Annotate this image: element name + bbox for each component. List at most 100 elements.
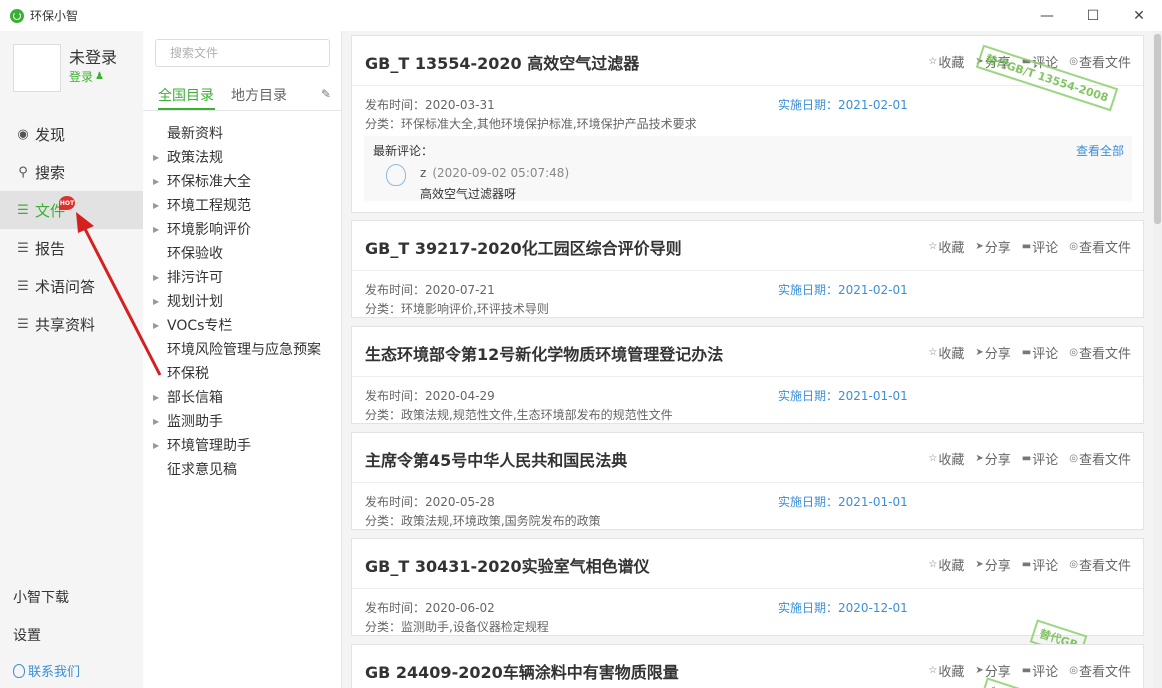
card-actions: ☆收藏 ➤分享 ▬评论 ◎查看文件	[928, 343, 1131, 362]
nav-item-discover[interactable]: ◉ 发现	[0, 115, 143, 153]
category-label: 分类：	[365, 302, 401, 316]
view-button[interactable]: ◎查看文件	[1069, 555, 1131, 574]
view-button[interactable]: ◎查看文件	[1069, 661, 1131, 680]
comment-button[interactable]: ▬评论	[1022, 661, 1058, 680]
expand-caret-icon[interactable]: ▶	[153, 177, 159, 186]
document-card: GB_T 39217-2020化工园区综合评价导则☆收藏➤分享▬评论◎查看文件发…	[351, 220, 1144, 318]
publish-label: 发布时间：	[365, 98, 425, 112]
favorite-button[interactable]: ☆收藏	[928, 237, 964, 256]
document-title[interactable]: GB_T 39217-2020化工园区综合评价导则	[365, 235, 682, 259]
implement-value: 2021-02-01	[838, 283, 908, 297]
view-button[interactable]: ◎查看文件	[1069, 237, 1131, 256]
search-input[interactable]	[155, 39, 330, 67]
expand-caret-icon[interactable]: ▶	[153, 321, 159, 330]
nav-item-search[interactable]: ⚲ 搜索	[0, 153, 143, 191]
expand-caret-icon[interactable]: ▶	[153, 417, 159, 426]
nav-item-reports[interactable]: ☰ 报告	[0, 229, 143, 267]
share-button[interactable]: ➤分享	[975, 343, 1010, 362]
view-button[interactable]: ◎查看文件	[1069, 52, 1131, 71]
publish-date: 发布时间：2020-04-29	[365, 387, 495, 404]
expand-caret-icon[interactable]: ▶	[153, 441, 159, 450]
catalog-item[interactable]: 环境风险管理与应急预案	[143, 337, 341, 361]
catalog-item[interactable]: ▶部长信箱	[143, 385, 341, 409]
contact-link[interactable]: 联系我们	[13, 661, 80, 680]
scrollbar[interactable]	[1153, 31, 1162, 688]
catalog-item[interactable]: 环保税	[143, 361, 341, 385]
share-button[interactable]: ➤分享	[975, 449, 1010, 468]
expand-caret-icon[interactable]: ▶	[153, 225, 159, 234]
catalog-item[interactable]: 最新资料	[143, 121, 341, 145]
catalog-item-label: 监测助手	[167, 411, 223, 431]
view-label: 查看文件	[1079, 449, 1131, 468]
catalog-item[interactable]: 征求意见稿	[143, 457, 341, 481]
category: 分类：监测助手,设备仪器检定规程	[365, 618, 549, 635]
nav-item-files[interactable]: ☰ 文件 HOT	[0, 191, 143, 229]
tab-national[interactable]: 全国目录	[158, 85, 214, 105]
document-title[interactable]: 生态环境部令第12号新化学物质环境管理登记办法	[365, 341, 723, 365]
favorite-button[interactable]: ☆收藏	[928, 343, 964, 362]
favorite-button[interactable]: ☆收藏	[928, 449, 964, 468]
favorite-button[interactable]: ☆收藏	[928, 52, 964, 71]
implement-value: 2021-01-01	[838, 389, 908, 403]
share-button[interactable]: ➤分享	[975, 661, 1010, 680]
card-header: GB_T 39217-2020化工园区综合评价导则 ☆收藏 ➤分享 ▬评论 ◎查看文件	[352, 221, 1143, 271]
favorite-button[interactable]: ☆收藏	[928, 555, 964, 574]
share-button[interactable]: ➤分享	[975, 237, 1010, 256]
catalog-item[interactable]: ▶环保标准大全	[143, 169, 341, 193]
star-icon: ☆	[928, 559, 937, 570]
nav-item-terms[interactable]: ☰ 术语问答	[0, 267, 143, 305]
document-title[interactable]: GB 24409-2020车辆涂料中有害物质限量	[365, 659, 679, 683]
app-logo-icon	[10, 9, 24, 23]
download-link[interactable]: 小智下载	[13, 587, 69, 607]
catalog-item[interactable]: ▶规划计划	[143, 289, 341, 313]
view-label: 查看文件	[1079, 52, 1131, 71]
view-all-link[interactable]: 查看全部	[1076, 142, 1124, 159]
publish-value: 2020-05-28	[425, 495, 495, 509]
document-title[interactable]: GB_T 30431-2020实验室气相色谱仪	[365, 553, 650, 577]
share-button[interactable]: ➤分享	[975, 555, 1010, 574]
catalog-item[interactable]: ▶政策法规	[143, 145, 341, 169]
layers-icon: ☰	[15, 203, 31, 218]
publish-date: 发布时间：2020-05-28	[365, 493, 495, 510]
catalog-item[interactable]: 环保验收	[143, 241, 341, 265]
expand-caret-icon[interactable]: ▶	[153, 273, 159, 282]
expand-caret-icon[interactable]: ▶	[153, 153, 159, 162]
catalog-item[interactable]: ▶环境管理助手	[143, 433, 341, 457]
document-title[interactable]: GB_T 13554-2020 高效空气过滤器	[365, 50, 639, 74]
catalog-item[interactable]: ▶VOCs专栏	[143, 313, 341, 337]
minimize-button[interactable]: —	[1024, 0, 1070, 31]
share-label: 分享	[985, 343, 1011, 362]
scroll-thumb[interactable]	[1154, 34, 1161, 224]
publish-label: 发布时间：	[365, 389, 425, 403]
close-button[interactable]: ✕	[1116, 0, 1162, 31]
hot-badge: HOT	[59, 196, 75, 210]
catalog-item[interactable]: ▶环境影响评价	[143, 217, 341, 241]
login-link[interactable]: 登录 ♟	[69, 68, 104, 85]
tab-local[interactable]: 地方目录	[231, 85, 287, 105]
expand-caret-icon[interactable]: ▶	[153, 201, 159, 210]
implement-label: 实施日期：	[778, 389, 838, 403]
comment-button[interactable]: ▬评论	[1022, 555, 1058, 574]
avatar[interactable]	[13, 44, 61, 92]
catalog-item[interactable]: ▶环境工程规范	[143, 193, 341, 217]
comment-button[interactable]: ▬评论	[1022, 343, 1058, 362]
document-title[interactable]: 主席令第45号中华人民共和国民法典	[365, 447, 627, 471]
implement-value: 2020-12-01	[838, 601, 908, 615]
nav-item-shared[interactable]: ☰ 共享资料	[0, 305, 143, 343]
edit-icon[interactable]: ✎	[321, 87, 331, 101]
expand-caret-icon[interactable]: ▶	[153, 393, 159, 402]
catalog-tree: 最新资料▶政策法规▶环保标准大全▶环境工程规范▶环境影响评价环保验收▶排污许可▶…	[143, 121, 341, 481]
catalog-item[interactable]: ▶排污许可	[143, 265, 341, 289]
catalog-item[interactable]: ▶ 监测助手	[143, 409, 341, 433]
card-actions: ☆收藏 ➤分享 ▬评论 ◎查看文件	[928, 661, 1131, 680]
maximize-button[interactable]: ☐	[1070, 0, 1116, 31]
comment-button[interactable]: ▬评论	[1022, 449, 1058, 468]
favorite-label: 收藏	[938, 449, 964, 468]
implement-label: 实施日期：	[778, 495, 838, 509]
settings-link[interactable]: 设置	[13, 625, 41, 645]
view-button[interactable]: ◎查看文件	[1069, 449, 1131, 468]
comment-button[interactable]: ▬评论	[1022, 237, 1058, 256]
expand-caret-icon[interactable]: ▶	[153, 297, 159, 306]
view-button[interactable]: ◎查看文件	[1069, 343, 1131, 362]
favorite-button[interactable]: ☆收藏	[928, 661, 964, 680]
